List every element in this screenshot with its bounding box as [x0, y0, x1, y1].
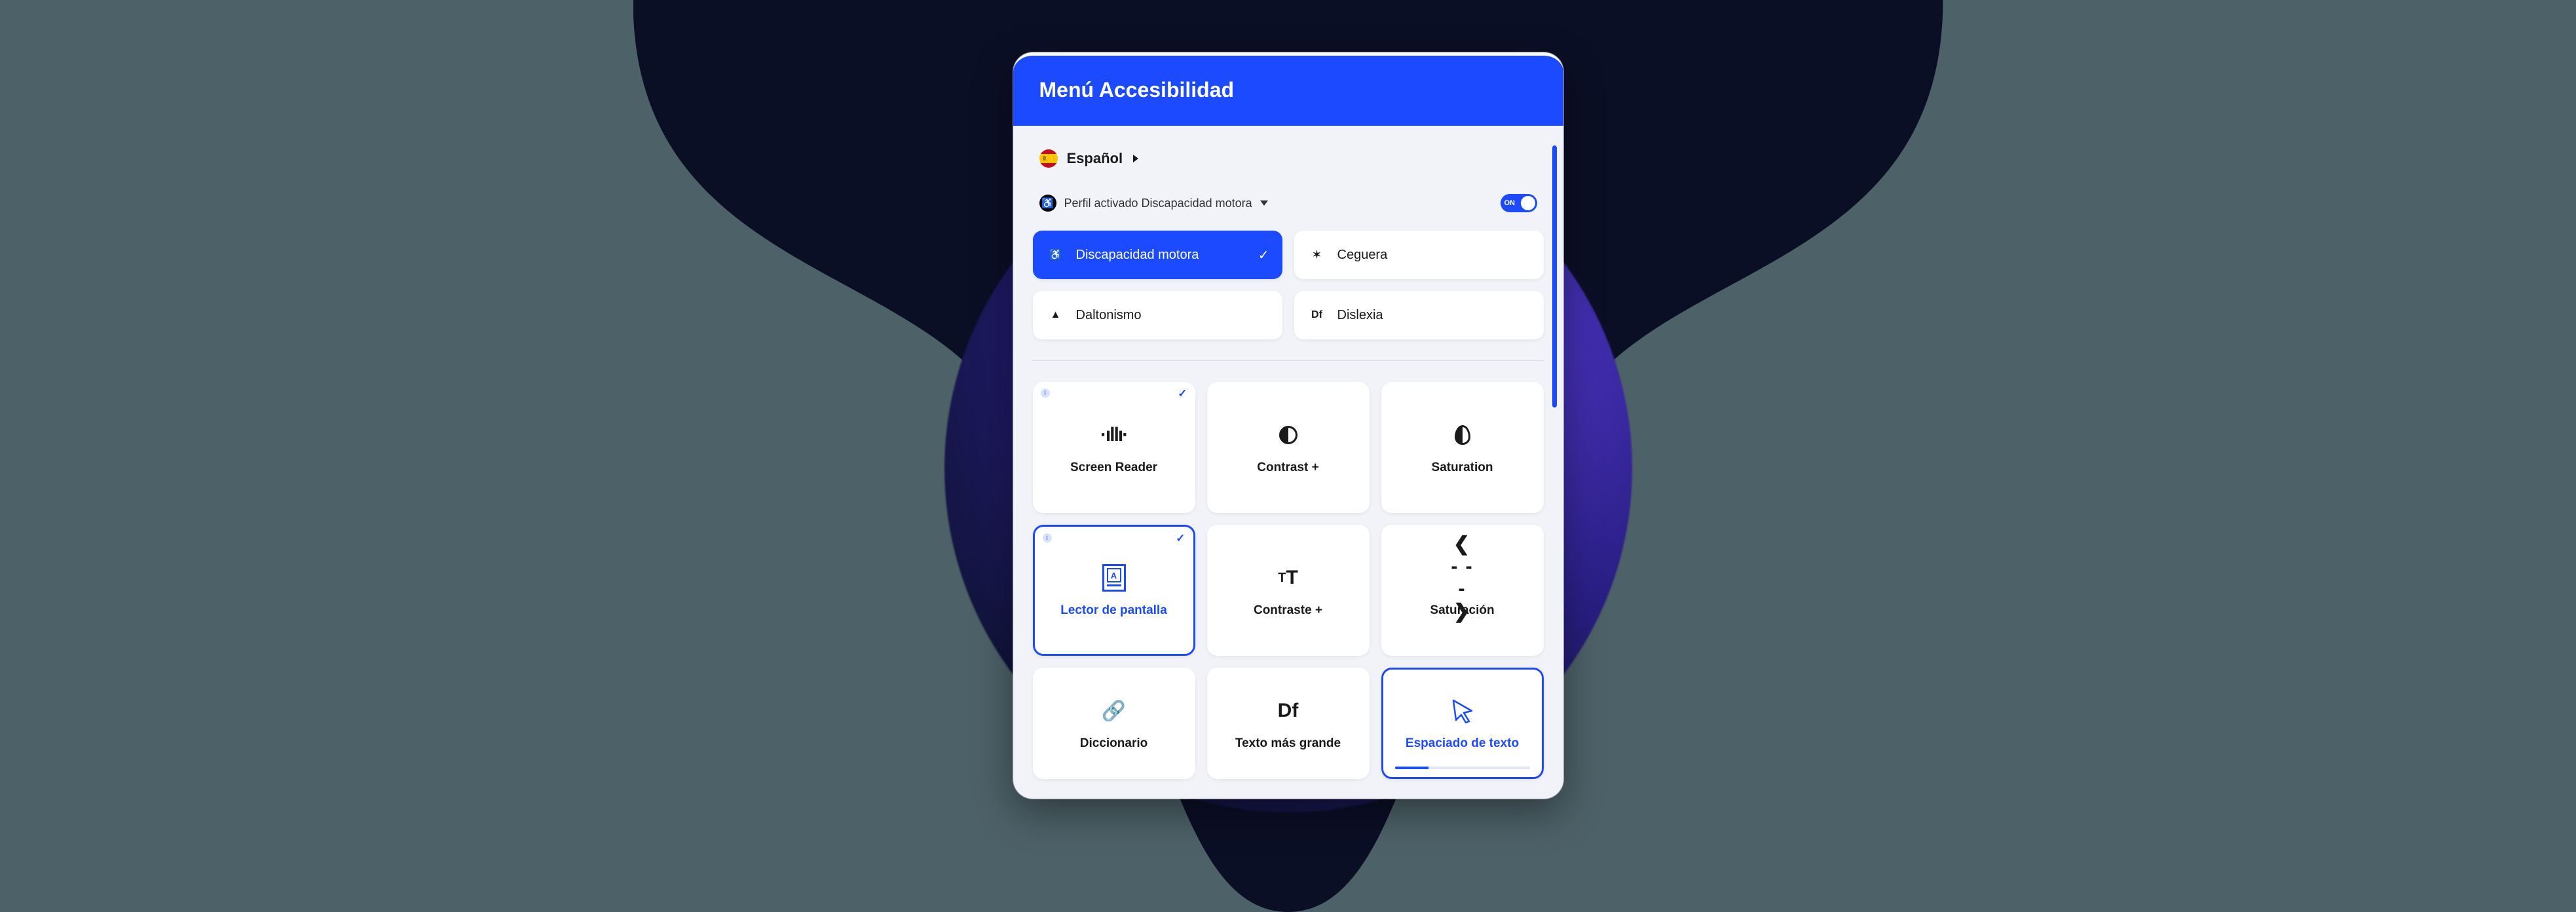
info-icon[interactable]: i	[1041, 389, 1050, 398]
accessibility-icon: ♿	[1039, 195, 1056, 212]
tool-label: Diccionario	[1080, 736, 1148, 751]
active-profile-row[interactable]: ♿ Perfil activado Discapacidad motora ON	[1033, 182, 1544, 227]
language-label: Español	[1067, 150, 1123, 167]
tool-label: Saturation	[1432, 461, 1493, 475]
reader-icon: A	[1099, 563, 1129, 593]
spacing-icon: ❮ - - - ❯	[1447, 563, 1478, 593]
contrast-icon	[1273, 420, 1303, 450]
profile-label: Ceguera	[1337, 248, 1388, 263]
tool-label: Lector de pantalla	[1060, 603, 1167, 618]
progress-bar	[1395, 767, 1530, 769]
link-icon: 🔗	[1099, 696, 1129, 726]
info-icon[interactable]: i	[1043, 533, 1052, 542]
accessibility-panel: Menú Accesibilidad Español ♿ Perfil acti…	[1013, 52, 1563, 799]
tool-dictionary[interactable]: 🔗 Diccionario	[1033, 668, 1195, 779]
tool-saturation-es[interactable]: ❮ - - - ❯ Saturación	[1381, 525, 1544, 656]
spain-flag-icon	[1039, 149, 1058, 168]
tool-grid: i ✓ ·ıllı· Screen Reader Contrast + Satu…	[1033, 361, 1544, 779]
panel-header: Menú Accesibilidad	[1013, 56, 1563, 126]
scrollbar[interactable]	[1552, 145, 1557, 408]
check-icon: ✓	[1178, 387, 1187, 400]
caret-down-icon	[1260, 200, 1268, 206]
tool-label: Contraste +	[1254, 603, 1322, 618]
blindness-icon: ✶	[1307, 245, 1327, 265]
tool-saturation-en[interactable]: Saturation	[1381, 382, 1544, 513]
bigger-text-icon: Df	[1273, 696, 1303, 726]
check-icon: ✓	[1258, 247, 1269, 263]
panel-body: Español ♿ Perfil activado Discapacidad m…	[1013, 126, 1563, 799]
tool-label: Screen Reader	[1070, 461, 1157, 475]
active-profile-text: Perfil activado Discapacidad motora	[1064, 197, 1252, 210]
profile-colorblind-button[interactable]: ▲ Daltonismo	[1033, 291, 1282, 339]
profile-grid: ♿ Discapacidad motora ✓ ✶ Ceguera ▲ Dalt…	[1033, 227, 1544, 361]
profile-label: Daltonismo	[1076, 308, 1142, 323]
text-size-icon: TT	[1273, 563, 1303, 593]
dyslexia-icon: Df	[1307, 305, 1327, 325]
profile-label: Dislexia	[1337, 308, 1383, 323]
tool-label: Contrast +	[1257, 461, 1319, 475]
language-selector[interactable]: Español	[1033, 138, 1544, 182]
tool-label: Espaciado de texto	[1406, 736, 1519, 751]
tool-contrast-en[interactable]: Contrast +	[1207, 382, 1370, 513]
profile-motor-button[interactable]: ♿ Discapacidad motora ✓	[1033, 231, 1282, 279]
tool-label: Saturación	[1430, 603, 1494, 618]
tool-contrast-es[interactable]: TT Contraste +	[1207, 525, 1370, 656]
audio-wave-icon: ·ıllı·	[1099, 420, 1129, 450]
check-icon: ✓	[1176, 532, 1185, 545]
cursor-icon	[1447, 696, 1478, 726]
profile-dyslexia-button[interactable]: Df Dislexia	[1294, 291, 1544, 339]
toggle-label: ON	[1504, 199, 1516, 207]
caret-right-icon	[1133, 155, 1138, 162]
drop-icon: ▲	[1046, 305, 1066, 325]
tool-screenreader-es[interactable]: i ✓ A Lector de pantalla	[1033, 525, 1195, 656]
tool-label: Texto más grande	[1235, 736, 1341, 751]
tool-text-spacing[interactable]: Espaciado de texto	[1381, 668, 1544, 779]
wheelchair-icon: ♿	[1046, 245, 1066, 265]
tool-bigger-text[interactable]: Df Texto más grande	[1207, 668, 1370, 779]
profile-toggle[interactable]: ON	[1501, 194, 1537, 212]
saturation-icon	[1447, 420, 1478, 450]
panel-title: Menú Accesibilidad	[1039, 78, 1235, 102]
tool-screenreader-en[interactable]: i ✓ ·ıllı· Screen Reader	[1033, 382, 1195, 513]
profile-label: Discapacidad motora	[1076, 248, 1199, 263]
profile-blindness-button[interactable]: ✶ Ceguera	[1294, 231, 1544, 279]
